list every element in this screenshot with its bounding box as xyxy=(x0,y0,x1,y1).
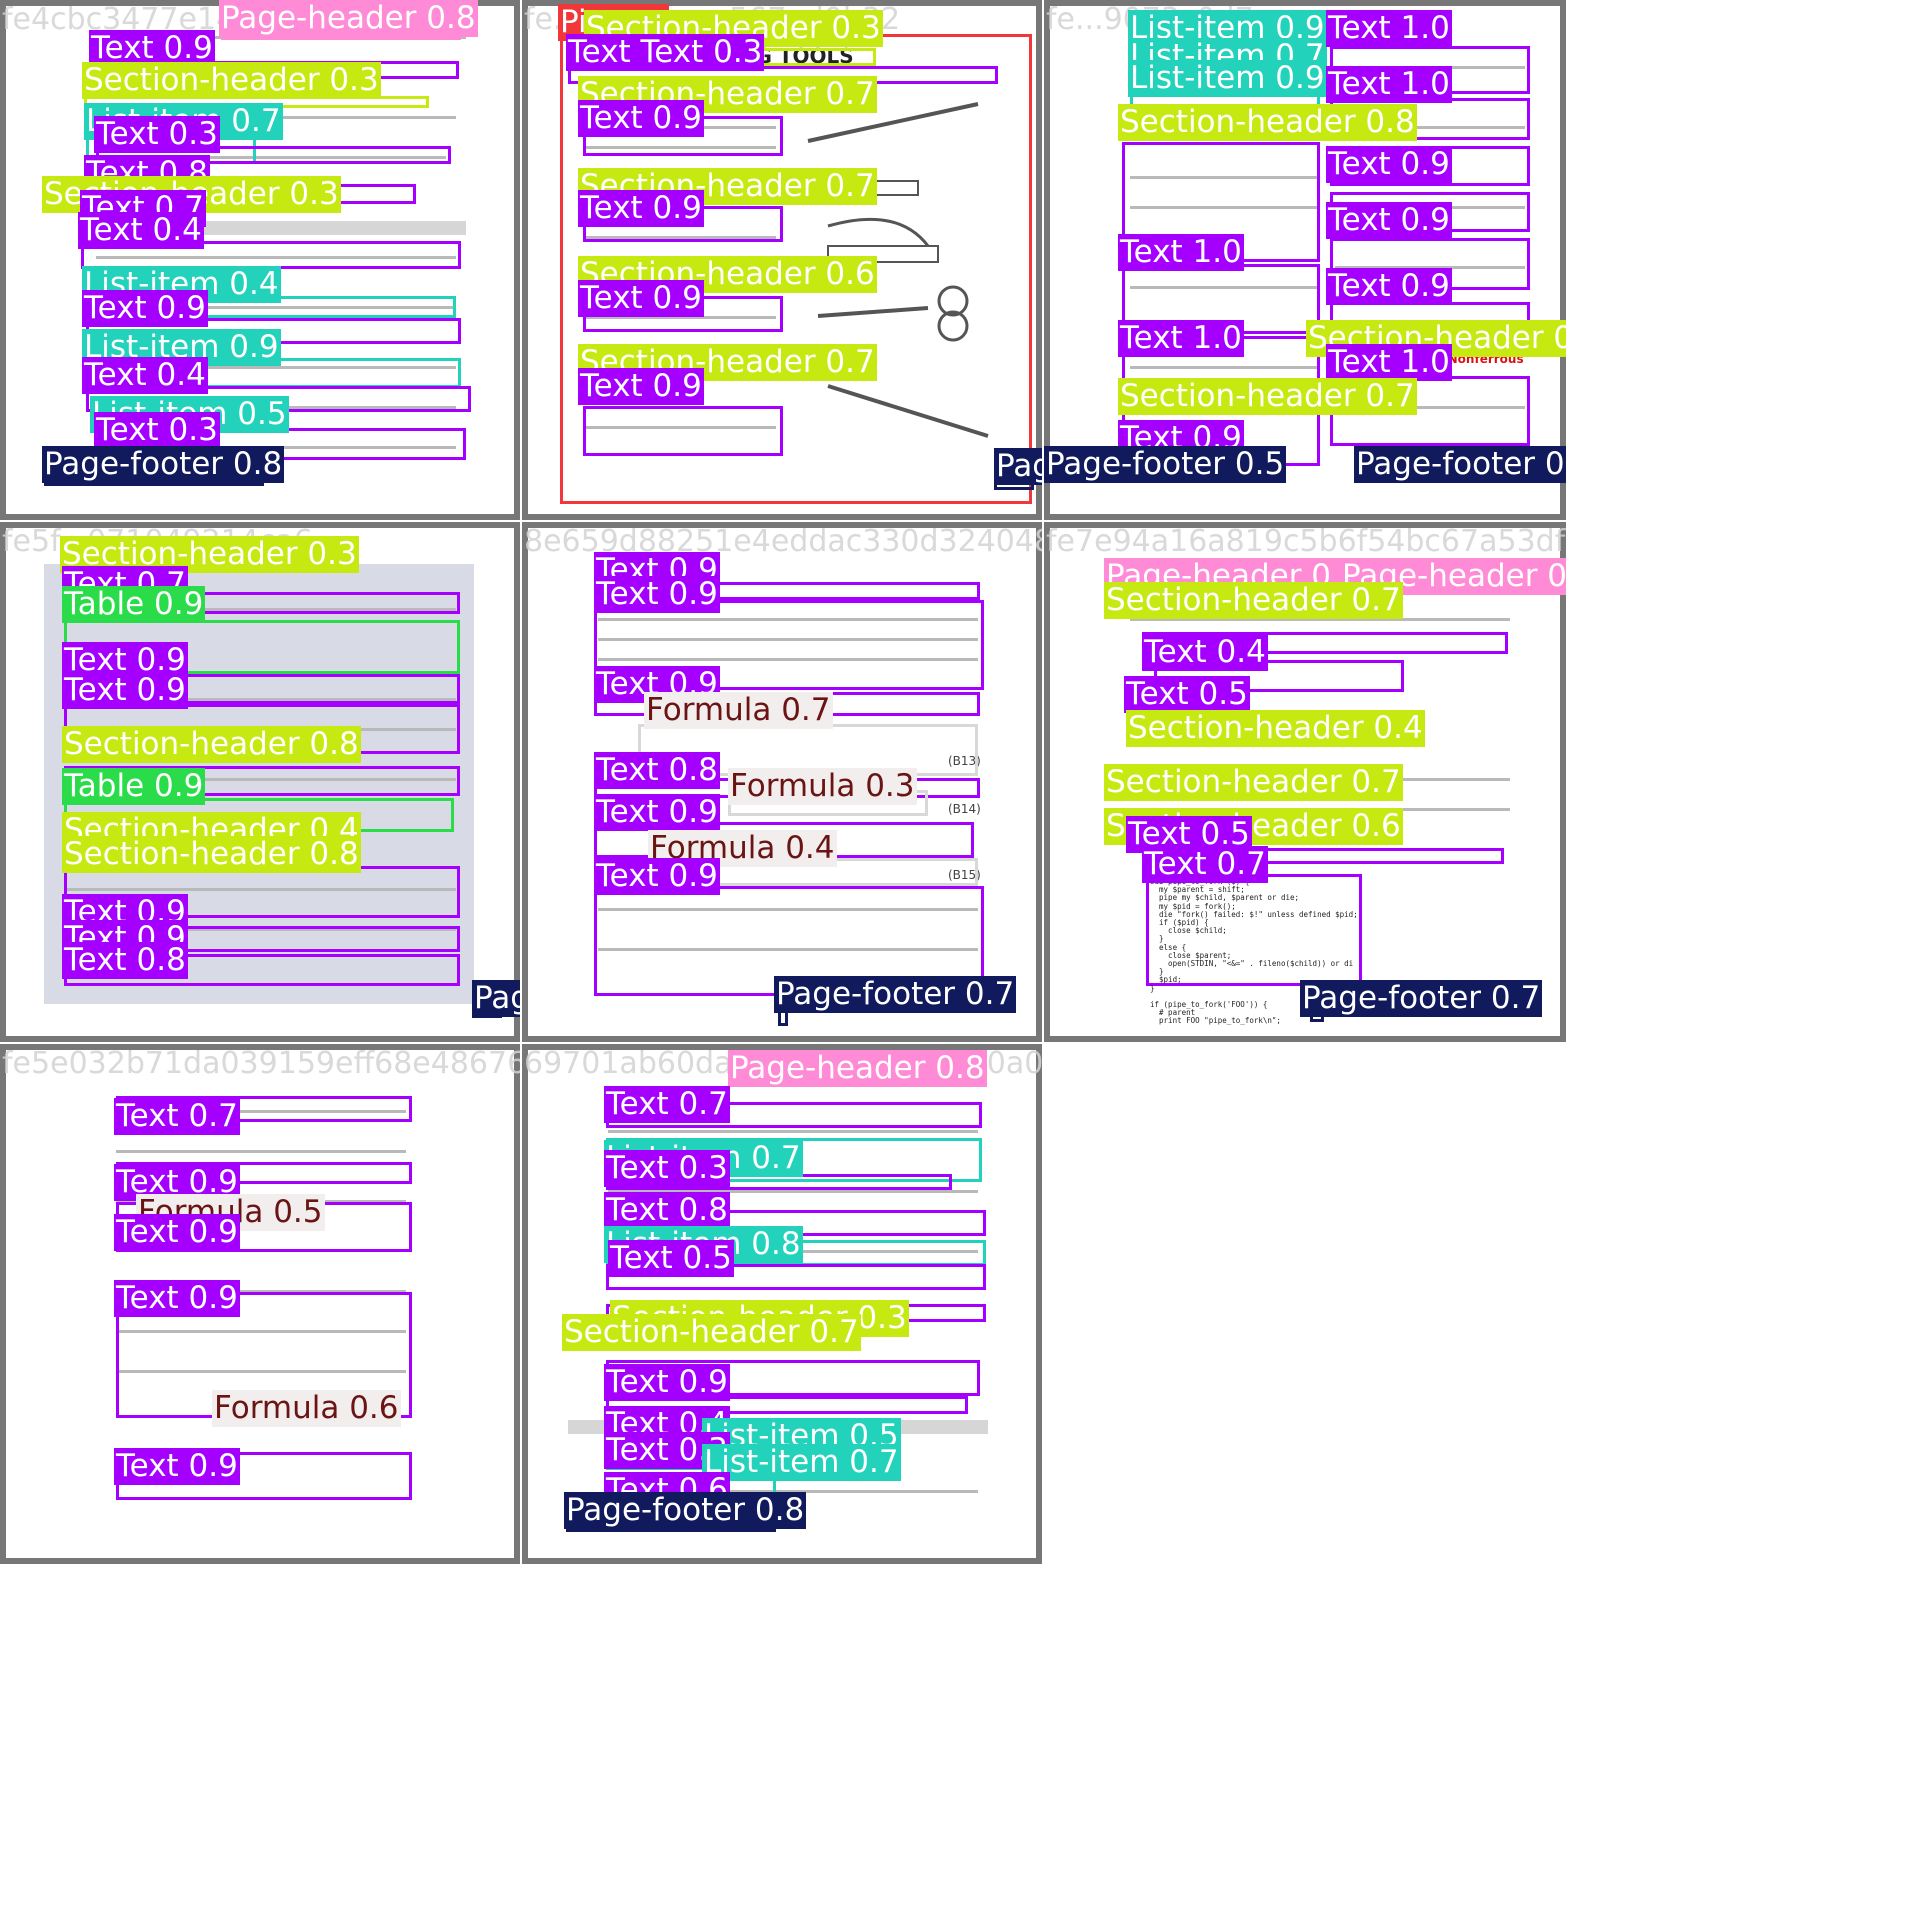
text-label: Text 0.9 xyxy=(578,100,704,137)
text-label: Text 0.9 xyxy=(82,290,208,327)
list-item-label: List-item 0.9 xyxy=(1128,60,1327,97)
formula-label: Formula 0.7 xyxy=(644,692,833,729)
page-footer-label: Page-footer 0.5 xyxy=(1044,446,1287,483)
tile-4: fe5f...071049214ca6 Section-header 0.3 T… xyxy=(0,522,520,1042)
table-label: Table 0.9 xyxy=(62,586,206,623)
page-footer-label: Page-footer 0.6 xyxy=(1354,446,1566,483)
text-label: Text 0.9 xyxy=(578,190,704,227)
tile-1: fe4cbc3477e14 Page-header 0.8 Text 0.9 S… xyxy=(0,0,520,520)
tile-filename: fe7e94a16a819c5b6f54bc67a53dfe13 xyxy=(1046,524,1566,559)
page-footer-label: Page-footer 0.5 xyxy=(994,448,1042,485)
page-footer-label: Page-footer 0.8 xyxy=(42,446,285,483)
tile-5: 8e659d88251e4eddac330d32404899 (B13) (B1… xyxy=(522,522,1042,1042)
text-label: Text 0.9 xyxy=(114,1280,240,1317)
page-header-label: Page-header 0.8 xyxy=(728,1050,987,1087)
document-page xyxy=(6,1050,514,1558)
text-label: Text 0.9 xyxy=(594,858,720,895)
text-label: Text 0.8 xyxy=(604,1192,730,1229)
text-label: Text 0.9 xyxy=(114,1448,240,1485)
tile-6: fe7e94a16a819c5b6f54bc67a53dfe13 sub pip… xyxy=(1044,522,1566,1042)
section-header-label: Section-header 0.7 xyxy=(562,1314,861,1351)
page-footer-label: Page-footer 0.8 xyxy=(564,1492,807,1529)
tile-3: fe...9073c0d7 of Nonferrous List-item 0.… xyxy=(1044,0,1566,520)
text-label: Text 0.9 xyxy=(578,280,704,317)
tile-7: fe5e032b71da039159eff68e48676ef9 Text 0.… xyxy=(0,1044,520,1564)
text-label: Text 0.9 xyxy=(1326,202,1452,239)
text-label: Text 0.5 xyxy=(608,1240,734,1277)
text-label: Text 0.5 xyxy=(1124,676,1250,713)
text-label: Text 0.9 xyxy=(1326,146,1452,183)
text-label: Text 0.9 xyxy=(62,672,188,709)
section-header-label: Section-header 0.3 xyxy=(82,62,381,99)
text-label: Text 0.4 xyxy=(1142,634,1268,671)
page-footer-label: Page-footer 0.8 xyxy=(472,980,520,1017)
text-label: Text 0.9 xyxy=(604,1364,730,1401)
table-label: Table 0.9 xyxy=(62,768,206,805)
text-label: Text 0.4 xyxy=(82,357,208,394)
text-label: Text 1.0 xyxy=(1326,344,1452,381)
text-label: Text 0.7 xyxy=(114,1098,240,1135)
text-label: Text 0.8 xyxy=(594,752,720,789)
section-header-label: Section-header 0.8 xyxy=(1118,104,1417,141)
text-label: Text 0.3 xyxy=(604,1150,730,1187)
text-label: Text 0.9 xyxy=(114,1214,240,1251)
text-label: Text 0.4 xyxy=(78,212,204,249)
text-label: Text 0.3 xyxy=(94,412,220,449)
page-footer-label: Page-footer 0.7 xyxy=(774,976,1017,1013)
page-header-label: Page-header 0.8 xyxy=(219,0,478,37)
text-label: Text 0.9 xyxy=(578,368,704,405)
list-item-label: List-item 0.7 xyxy=(702,1444,901,1481)
tile-8: 69701ab60dad0...75cb84b9e70a0 Page-heade… xyxy=(522,1044,1042,1564)
text-label: Text 0.9 xyxy=(594,794,720,831)
tile-2: fe...5e1a1cea567ad0b32 IG TOOLS Picture … xyxy=(522,0,1042,520)
formula-label: Formula 0.6 xyxy=(212,1390,401,1427)
text-label: Text 0.3 xyxy=(94,116,220,153)
text-label: Text 0.8 xyxy=(62,942,188,979)
text-label: Text 0.9 xyxy=(594,576,720,613)
text-label: Text Text 0.3 xyxy=(566,34,765,71)
page-footer-label: Page-footer 0.7 xyxy=(1300,980,1543,1017)
section-header-label: Section-header 0.8 xyxy=(62,836,361,873)
text-label: Text 1.0 xyxy=(1326,66,1452,103)
text-label: Text 1.0 xyxy=(1326,10,1452,47)
text-label: Text 0.7 xyxy=(604,1086,730,1123)
section-header-label: Section-header 0.4 xyxy=(1126,710,1425,747)
text-label: Text 1.0 xyxy=(1118,234,1244,271)
section-header-label: Section-header 0.8 xyxy=(62,726,361,763)
formula-label: Formula 0.3 xyxy=(728,768,917,805)
text-label: Text 0.7 xyxy=(1142,846,1268,883)
section-header-label: Section-header 0.7 xyxy=(1104,582,1403,619)
text-label: Text 1.0 xyxy=(1118,320,1244,357)
section-header-label: Section-header 0.7 xyxy=(1104,764,1403,801)
equation-number: (B14) xyxy=(948,802,981,816)
tile-filename: fe5e032b71da039159eff68e48676ef9 xyxy=(2,1046,520,1081)
text-label: Text 0.9 xyxy=(1326,268,1452,305)
section-header-label: Section-header 0.7 xyxy=(1118,378,1417,415)
